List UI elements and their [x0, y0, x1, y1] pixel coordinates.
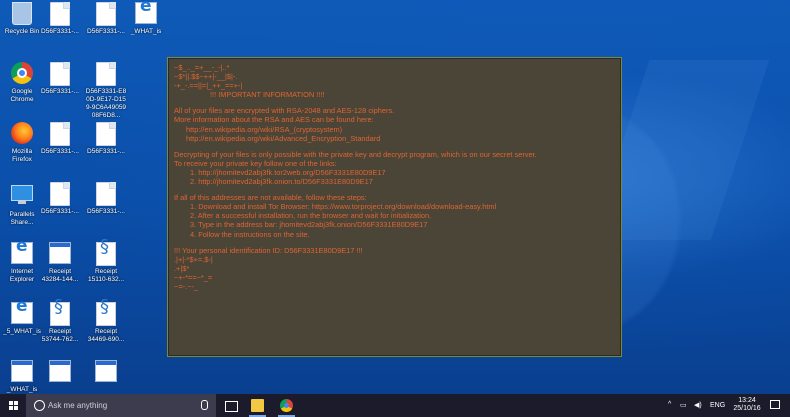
chrome-icon: [11, 62, 33, 84]
script-file-icon: [96, 242, 116, 266]
window-icon: [49, 360, 71, 382]
desktop-icon-window-file[interactable]: [84, 360, 128, 386]
tor-link-1: 1. http://jhomitevd2abj3fk.tor2web.org/D…: [190, 167, 386, 177]
clock-date: 25/10/16: [733, 405, 761, 412]
recycle-bin-icon: [12, 2, 32, 25]
ascii-art-line: .+|$*: [174, 263, 190, 273]
action-center-icon[interactable]: [770, 400, 780, 409]
step-item: 4. Follow the instructions on the site.: [190, 229, 310, 239]
desktop-icon-label: Receipt 15110-632...: [87, 268, 125, 283]
window-icon: [11, 360, 33, 382]
document-icon: [50, 182, 70, 206]
language-indicator[interactable]: ENG: [710, 402, 725, 409]
desktop-icon-encrypted-file[interactable]: D56F3331-...: [84, 182, 128, 216]
start-button[interactable]: [0, 394, 26, 417]
desktop-icon-label: D56F3331-...: [87, 148, 125, 155]
internet-explorer-icon: [11, 302, 33, 324]
step-item: 3. Type in the address bar: jhomitevd2ab…: [190, 220, 428, 230]
desktop-icon-receipt[interactable]: Receipt 15110-632...: [84, 242, 128, 284]
step-item: 1. Download and install Tor Browser: htt…: [190, 202, 497, 212]
document-icon: [96, 2, 116, 26]
desktop-icon-label: D56F3331-E8 0D-9E17-D15 9-9C6A49059 08F6…: [85, 88, 127, 119]
clock-time: 13:24: [738, 397, 756, 404]
ascii-art-line: ~$*||.$$~++|-__|$|-.: [174, 72, 238, 82]
desktop-icon-encrypted-file[interactable]: D56F3331-...: [38, 2, 82, 36]
ascii-art-line: -+_-.==||=|_++_==+-|: [174, 81, 243, 91]
document-icon: [96, 62, 116, 86]
personal-id-line: !!! Your personal identification ID: D56…: [174, 245, 363, 255]
script-file-icon: [96, 302, 116, 326]
important-heading: !!! IMPORTANT INFORMATION !!!!: [210, 90, 325, 100]
note-text: All of your files are encrypted with RSA…: [174, 106, 395, 116]
chrome-taskbar-icon[interactable]: [280, 399, 293, 412]
system-clock[interactable]: 13:24 25/10/16: [730, 397, 764, 413]
note-text: Decrypting of your files is only possibl…: [174, 149, 537, 159]
wiki-link-aes: http://en.wikipedia.org/wiki/Advanced_En…: [186, 133, 381, 143]
desktop-icon-encrypted-file[interactable]: D56F3331-...: [84, 122, 128, 156]
document-icon: [50, 2, 70, 26]
ascii-art-line: .|+|-*$+=.$-|: [174, 254, 213, 264]
ascii-art-line: ~$_.._=+__-_-|..*: [174, 63, 230, 72]
desktop-icon-window-file[interactable]: [38, 360, 82, 386]
windows-logo-icon: [9, 401, 18, 410]
window-icon: [49, 242, 71, 264]
microphone-icon[interactable]: [201, 400, 208, 410]
script-file-icon: [50, 302, 70, 326]
internet-explorer-icon: [11, 242, 33, 264]
desktop-icon-label: Receipt 34469-690...: [87, 328, 125, 343]
computer-icon: [11, 185, 33, 204]
step-item: 2. After a successful installation, run …: [190, 211, 432, 221]
desktop-icon-receipt[interactable]: Receipt 34469-690...: [84, 302, 128, 344]
cortana-search-box[interactable]: Ask me anything: [26, 394, 216, 417]
desktop-icon-label: Receipt 43284-144...: [41, 268, 79, 283]
taskbar: Ask me anything ^ ▭ ◀) ENG 13:24 25/10/1…: [0, 394, 790, 417]
internet-explorer-icon: [135, 2, 157, 24]
desktop-icon-label: D56F3331-...: [41, 28, 79, 35]
file-explorer-icon[interactable]: [251, 399, 264, 412]
document-icon: [96, 122, 116, 146]
ransom-note-window: ~$_.._=+__-_-|..* ~$*||.$$~++|-__|$|-. -…: [167, 57, 622, 357]
desktop-icon-receipt[interactable]: Receipt 43284-144...: [38, 242, 82, 284]
desktop-icon-encrypted-file[interactable]: D56F3331-...: [84, 2, 128, 36]
cortana-icon: [34, 400, 45, 411]
desktop-icon-label: _WHAT_is: [130, 28, 162, 35]
desktop-icon-label: D56F3331-...: [41, 88, 79, 95]
search-placeholder: Ask me anything: [48, 401, 108, 410]
document-icon: [50, 122, 70, 146]
desktop-icon-label: D56F3331-...: [87, 208, 125, 215]
desktop-icon-encrypted-file[interactable]: D56F3331-...: [38, 182, 82, 216]
document-icon: [96, 182, 116, 206]
wiki-link-rsa: http://en.wikipedia.org/wiki/RSA_(crypto…: [186, 124, 343, 134]
show-hidden-icons-icon[interactable]: ^: [668, 401, 671, 408]
tor-link-2: 2. http://jhomitevd2abj3fk.onion.to/D56F…: [190, 177, 373, 187]
firefox-icon: [11, 122, 33, 144]
desktop-icon-label: D56F3331-...: [87, 28, 125, 35]
desktop-icon-what-is[interactable]: _WHAT_is: [124, 2, 168, 36]
desktop-icon-encrypted-file[interactable]: D56F3331-E8 0D-9E17-D15 9-9C6A49059 08F6…: [84, 62, 128, 120]
note-text: To receive your private key follow one o…: [174, 158, 337, 168]
task-view-icon[interactable]: [225, 401, 238, 412]
ascii-art-line: ~=-.~-_: [174, 281, 199, 291]
window-icon: [95, 360, 117, 382]
desktop: Recycle Bin Google Chrome Mozilla Firefo…: [0, 0, 790, 394]
desktop-icon-label: _WHAT_is: [6, 386, 38, 393]
desktop-icon-label: D56F3331-...: [41, 148, 79, 155]
desktop-icon-encrypted-file[interactable]: D56F3331-...: [38, 122, 82, 156]
network-icon[interactable]: ▭: [680, 401, 687, 409]
desktop-icon-receipt[interactable]: Receipt 53744-762...: [38, 302, 82, 344]
ascii-art-line: ~+-*==~*_=: [174, 272, 213, 282]
document-icon: [50, 62, 70, 86]
desktop-icon-label: D56F3331-...: [41, 208, 79, 215]
desktop-icon-label: Receipt 53744-762...: [41, 328, 79, 343]
note-text: If all of this addresses are not availab…: [174, 193, 367, 203]
desktop-icon-encrypted-file[interactable]: D56F3331-...: [38, 62, 82, 96]
volume-icon[interactable]: ◀): [694, 401, 702, 409]
note-text: More information about the RSA and AES c…: [174, 115, 374, 125]
